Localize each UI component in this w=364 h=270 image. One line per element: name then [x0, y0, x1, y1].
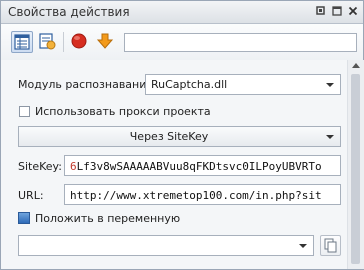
variable-select[interactable] — [18, 235, 314, 256]
url-field[interactable]: http://www.xtremetop100.com/in.php?sit — [64, 184, 341, 205]
url-label: URL: — [18, 189, 44, 202]
scroll-up-icon[interactable] — [352, 63, 360, 68]
module-select[interactable]: RuCaptcha.dll — [145, 74, 341, 95]
close-icon[interactable] — [347, 5, 359, 17]
module-select-value: RuCaptcha.dll — [151, 78, 228, 91]
url-value: http://www.xtremetop100.com/in.php?sit — [70, 189, 322, 202]
properties-content: Модуль распознавания: RuCaptcha.dll Испо… — [1, 60, 347, 269]
proxy-checkbox[interactable] — [19, 106, 30, 117]
method-select-value: Через SiteKey — [129, 130, 209, 143]
toolbar-filter-input[interactable] — [124, 33, 357, 52]
chevron-down-icon — [326, 83, 334, 87]
move-down-icon — [96, 33, 114, 49]
save-to-variable-checkbox[interactable] — [18, 212, 30, 224]
pin-icon[interactable] — [315, 5, 327, 17]
move-down-button[interactable] — [95, 31, 117, 53]
sitekey-field[interactable]: 6Lf3v8wSAAAAABVuu8qFKDtsvc0ILPoyUBVRTo — [64, 155, 341, 176]
action-properties-panel: Свойства действия Модуль распознавания: … — [0, 0, 364, 270]
properties-view-button[interactable] — [11, 31, 33, 53]
sitekey-value: 6Lf3v8wSAAAAABVuu8qFKDtsvc0ILPoyUBVRTo — [70, 160, 322, 173]
action-settings-button[interactable] — [37, 31, 59, 53]
maximize-icon[interactable] — [331, 5, 343, 17]
scroll-thumb[interactable] — [351, 74, 360, 264]
toolbar — [1, 24, 363, 60]
chevron-down-icon — [299, 244, 307, 248]
method-select[interactable]: Через SiteKey — [18, 126, 341, 147]
record-button[interactable] — [69, 31, 91, 53]
save-to-variable-label: Положить в переменную — [35, 212, 181, 225]
chevron-down-icon — [326, 135, 334, 139]
vertical-scrollbar[interactable] — [347, 60, 364, 269]
sitekey-label: SiteKey: — [18, 160, 62, 173]
properties-view-icon — [14, 34, 30, 50]
module-label: Модуль распознавания: — [18, 78, 157, 91]
copy-icon — [324, 238, 337, 253]
action-settings-icon — [39, 33, 56, 50]
panel-titlebar: Свойства действия — [1, 1, 363, 24]
panel-title: Свойства действия — [8, 5, 130, 19]
record-icon — [71, 33, 87, 49]
toolbar-separator — [63, 32, 64, 52]
proxy-checkbox-label: Использовать прокси проекта — [35, 105, 211, 118]
copy-variable-button[interactable] — [320, 235, 341, 256]
